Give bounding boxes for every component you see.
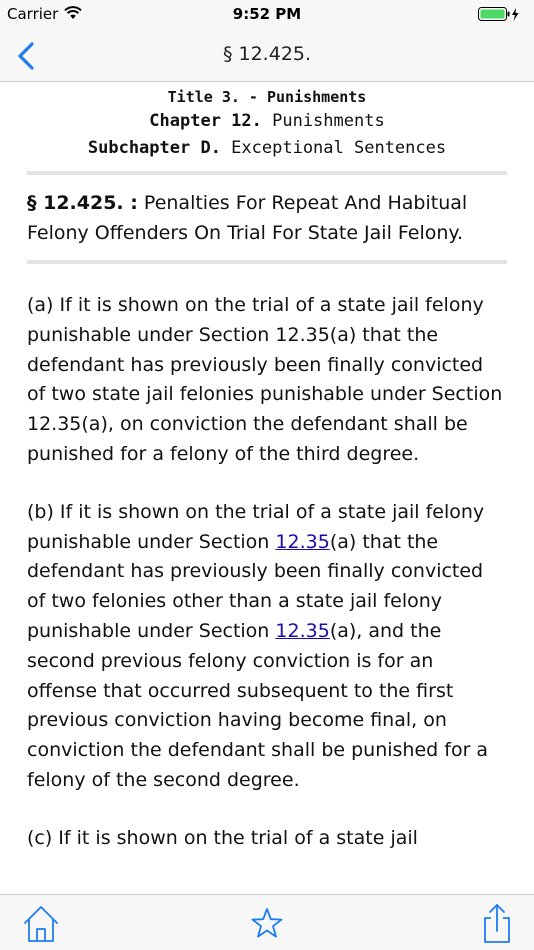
- title-name: Punishments: [267, 88, 367, 106]
- share-button[interactable]: [475, 901, 519, 945]
- status-bar: Carrier 9:52 PM: [0, 0, 534, 30]
- home-icon: [24, 906, 58, 942]
- statute-header: Title 3. - Punishments Chapter 12. Punis…: [0, 82, 534, 162]
- home-button[interactable]: [19, 901, 63, 945]
- statute-content[interactable]: Title 3. - Punishments Chapter 12. Punis…: [0, 82, 534, 894]
- subchapter-label: Subchapter D.: [87, 138, 221, 158]
- section-number: § 12.425. :: [27, 192, 138, 214]
- chapter-label: Chapter 12.: [149, 111, 262, 131]
- navigation-bar: § 12.425.: [0, 30, 534, 82]
- divider: [27, 260, 507, 264]
- star-icon: [251, 908, 283, 938]
- back-button[interactable]: [10, 38, 46, 74]
- section-link-12-35[interactable]: 12.35: [275, 531, 329, 553]
- title-label: Title 3.: [167, 88, 240, 106]
- title-separator: -: [239, 88, 267, 106]
- share-icon: [484, 904, 510, 943]
- paragraph-a: (a) If it is shown on the trial of a sta…: [27, 294, 503, 465]
- chapter-name: Punishments: [261, 111, 385, 131]
- paragraph-b-text: (a), and the second previous felony conv…: [27, 619, 489, 791]
- section-heading: § 12.425. : Penalties For Repeat And Hab…: [0, 175, 534, 260]
- favorite-button[interactable]: [245, 901, 289, 945]
- page-title: § 12.425.: [222, 43, 312, 65]
- section-link-12-35[interactable]: 12.35: [275, 620, 329, 642]
- subchapter-name: Exceptional Sentences: [220, 138, 447, 158]
- bottom-toolbar: [0, 894, 534, 950]
- subchapter-line: Subchapter D. Exceptional Sentences: [0, 135, 534, 162]
- title-line: Title 3. - Punishments: [0, 86, 534, 108]
- paragraph-b: (b) If it is shown on the trial of a sta…: [0, 498, 534, 796]
- paragraph-c: (c) If it is shown on the trial of a sta…: [27, 826, 418, 849]
- chapter-line: Chapter 12. Punishments: [0, 108, 534, 135]
- chevron-left-icon: [18, 42, 34, 70]
- clock: 9:52 PM: [232, 5, 302, 23]
- battery-charging-icon: [478, 7, 519, 21]
